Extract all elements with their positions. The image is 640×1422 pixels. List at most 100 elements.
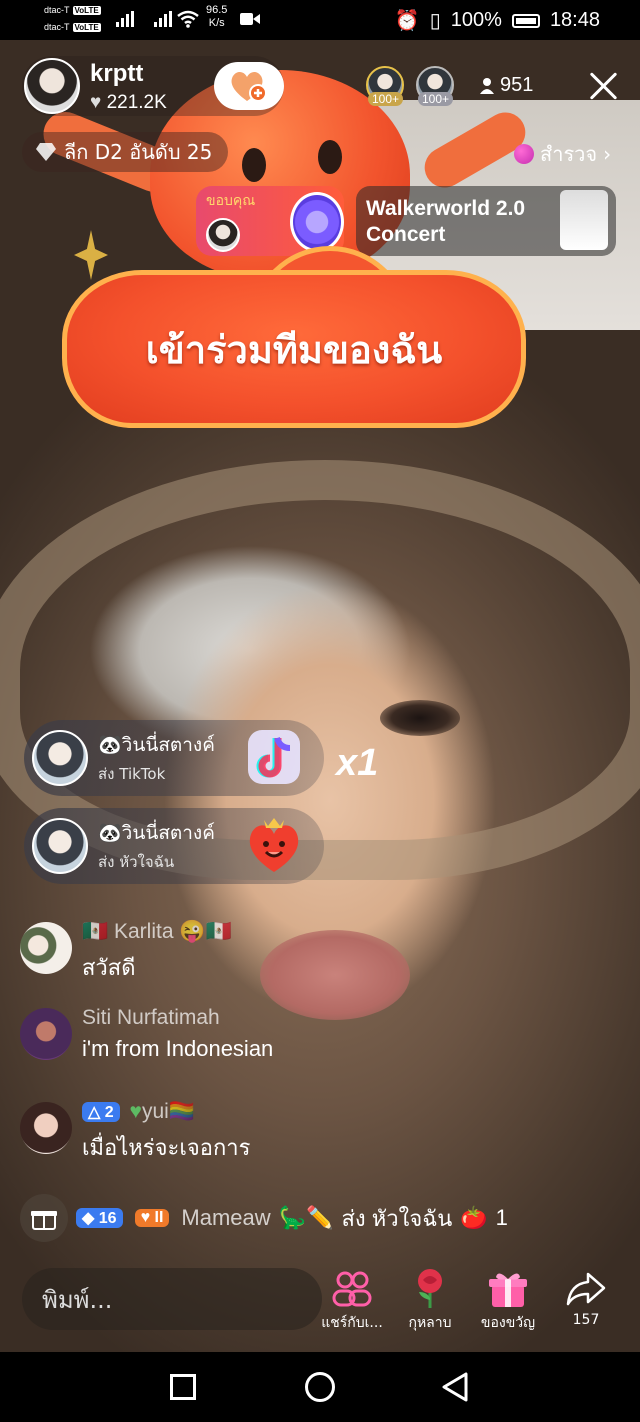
viewer-count[interactable]: 951 bbox=[480, 74, 533, 97]
panda-icon: 🐼 bbox=[98, 822, 122, 844]
chat-avatar[interactable] bbox=[20, 1008, 72, 1060]
share-arrow-icon bbox=[566, 1272, 606, 1306]
net-speed: 96.5 K/s bbox=[206, 4, 228, 29]
system-nav-bar bbox=[0, 1352, 640, 1422]
tiktok-gift-icon bbox=[248, 730, 300, 784]
close-button[interactable] bbox=[586, 68, 622, 104]
panda-icon: 🐼 bbox=[98, 734, 122, 756]
gift-description: ส่ง หัวใจฉัน bbox=[98, 853, 175, 871]
gift-combo-row: 🐼วินนี่สตางค์ ส่ง หัวใจฉัน bbox=[24, 808, 324, 884]
vibrate-icon: ▯ bbox=[429, 10, 441, 32]
gift-box-icon bbox=[31, 1211, 57, 1230]
concert-thumbnail bbox=[560, 190, 608, 250]
chat-text: i'm from Indonesian bbox=[82, 1036, 274, 1061]
gift-system-message: ◆ 16 ♥ II Mameaw 🦕✏️ ส่ง หัวใจฉัน 🍅 1 bbox=[20, 1194, 508, 1242]
volte-badge: VoLTE bbox=[72, 23, 101, 32]
gifter-avatar[interactable] bbox=[32, 730, 88, 786]
follow-button[interactable] bbox=[214, 62, 284, 110]
explore-icon bbox=[514, 144, 534, 164]
chat-avatar[interactable] bbox=[20, 922, 72, 974]
badge-icon bbox=[290, 192, 344, 252]
share-count: 157 bbox=[572, 1312, 600, 1328]
chat-username[interactable]: Siti Nurfatimah bbox=[82, 1006, 220, 1030]
explore-button[interactable]: สำรวจ › bbox=[514, 138, 611, 170]
chat-avatar[interactable] bbox=[20, 1102, 72, 1154]
recent-apps-button[interactable] bbox=[170, 1374, 196, 1400]
join-team-button[interactable]: เข้าร่วมทีมของฉัน bbox=[62, 270, 526, 428]
system-text: ส่ง หัวใจฉัน bbox=[341, 1205, 453, 1231]
diamond-icon bbox=[36, 143, 56, 161]
host-avatar[interactable] bbox=[24, 58, 80, 114]
explore-label: สำรวจ bbox=[540, 142, 598, 166]
mascot-eye bbox=[318, 140, 342, 174]
video-record-icon bbox=[240, 13, 260, 25]
chat-username[interactable]: 🇲🇽 Karlita 😜🇲🇽 bbox=[82, 920, 232, 944]
back-button[interactable] bbox=[440, 1372, 470, 1402]
green-heart-icon: ♥ bbox=[129, 1100, 142, 1123]
diamond-level-icon: ◆ bbox=[82, 1210, 95, 1227]
rainbow-flag-icon: 🏳️‍🌈 bbox=[168, 1100, 195, 1123]
chat-username[interactable]: △ 2 ♥yui🏳️‍🌈 bbox=[82, 1100, 195, 1124]
combo-count: x1 bbox=[336, 742, 379, 784]
mascot-eye bbox=[242, 148, 266, 182]
gifter-name: 🐼วินนี่สตางค์ bbox=[98, 822, 215, 844]
level-badge: △ 2 bbox=[82, 1102, 120, 1123]
gift-combo-row: 🐼วินนี่สตางค์ ส่ง TikTok bbox=[24, 720, 324, 796]
league-rank[interactable]: ลีก D2 อันดับ 25 bbox=[22, 132, 228, 172]
share-button[interactable]: 157 bbox=[550, 1268, 622, 1328]
chevron-right-icon: › bbox=[603, 142, 612, 166]
likes-count: 221.2K bbox=[106, 92, 167, 113]
battery-icon bbox=[511, 13, 540, 28]
wifi-icon bbox=[177, 10, 199, 28]
concert-title-line1: Walkerworld 2.0 bbox=[366, 197, 526, 220]
person-icon bbox=[480, 77, 494, 94]
level-badge: ◆ 16 bbox=[76, 1208, 123, 1228]
action-label: ของขวัญ bbox=[480, 1315, 536, 1331]
rose-icon bbox=[418, 1269, 442, 1308]
concert-title[interactable]: Walkerworld 2.0 Concert bbox=[366, 196, 525, 248]
join-team-label: เข้าร่วมทีมของฉัน bbox=[145, 327, 443, 372]
emoji-icon: 😜🇲🇽 bbox=[179, 920, 232, 943]
carrier-1: dtac-T bbox=[44, 5, 70, 15]
home-button[interactable] bbox=[305, 1372, 335, 1402]
comment-placeholder: พิมพ์... bbox=[42, 1285, 113, 1314]
level-icon: △ bbox=[88, 1104, 101, 1122]
dino-emoji-icon: 🦕✏️ bbox=[278, 1205, 334, 1230]
thanks-avatar bbox=[206, 218, 240, 252]
chat-text: เมื่อไหร่จะเจอการ bbox=[82, 1135, 251, 1160]
action-label: กุหลาบ bbox=[408, 1315, 452, 1331]
carrier-info: dtac-T VoLTE dtac-T VoLTE bbox=[44, 2, 101, 36]
heart-gift-small-icon: 🍅 bbox=[460, 1205, 488, 1230]
gift-icon bbox=[489, 1273, 527, 1307]
share-with-friends-button[interactable]: แชร์กับเ... bbox=[316, 1268, 388, 1334]
thanks-label: ขอบคุณ bbox=[206, 193, 256, 209]
gift-description: ส่ง TikTok bbox=[98, 765, 166, 783]
host-name[interactable]: krptt bbox=[90, 60, 143, 88]
gifter-name: 🐼วินนี่สตางค์ bbox=[98, 734, 215, 756]
rose-gift-button[interactable]: กุหลาบ bbox=[394, 1268, 466, 1334]
volte-badge: VoLTE bbox=[72, 6, 101, 15]
alarm-icon: ⏰ bbox=[394, 10, 420, 32]
status-bar: dtac-T VoLTE dtac-T VoLTE 96.5 K/s ⏰ ▯ 100… bbox=[0, 0, 640, 40]
viewer-badge: 100+ bbox=[368, 92, 404, 106]
viewer-count-value: 951 bbox=[500, 74, 534, 96]
concert-title-line2: Concert bbox=[366, 223, 446, 246]
gifter-avatar[interactable] bbox=[32, 818, 88, 874]
flag-icon: 🇲🇽 bbox=[82, 920, 109, 943]
system-count: 1 bbox=[495, 1205, 508, 1230]
heart-badge-icon: ♥ bbox=[140, 1209, 151, 1226]
comment-input[interactable]: พิมพ์... bbox=[22, 1268, 322, 1330]
streamer-eye bbox=[380, 700, 460, 736]
status-right: ⏰ ▯ 100% 18:48 bbox=[395, 8, 600, 33]
action-label: แชร์กับเ... bbox=[321, 1315, 383, 1331]
system-username[interactable]: Mameaw bbox=[181, 1205, 270, 1231]
rank-label: ลีก D2 อันดับ 25 bbox=[64, 140, 213, 164]
gift-box-button[interactable] bbox=[20, 1194, 68, 1242]
heart-plus-icon bbox=[231, 71, 267, 102]
carrier-2: dtac-T bbox=[44, 22, 70, 32]
gift-button[interactable]: ของขวัญ bbox=[472, 1268, 544, 1334]
heart-character-gift-icon bbox=[249, 818, 299, 872]
clock: 18:48 bbox=[549, 9, 600, 31]
signal-icon bbox=[116, 10, 174, 33]
battery-percent: 100% bbox=[450, 9, 502, 31]
